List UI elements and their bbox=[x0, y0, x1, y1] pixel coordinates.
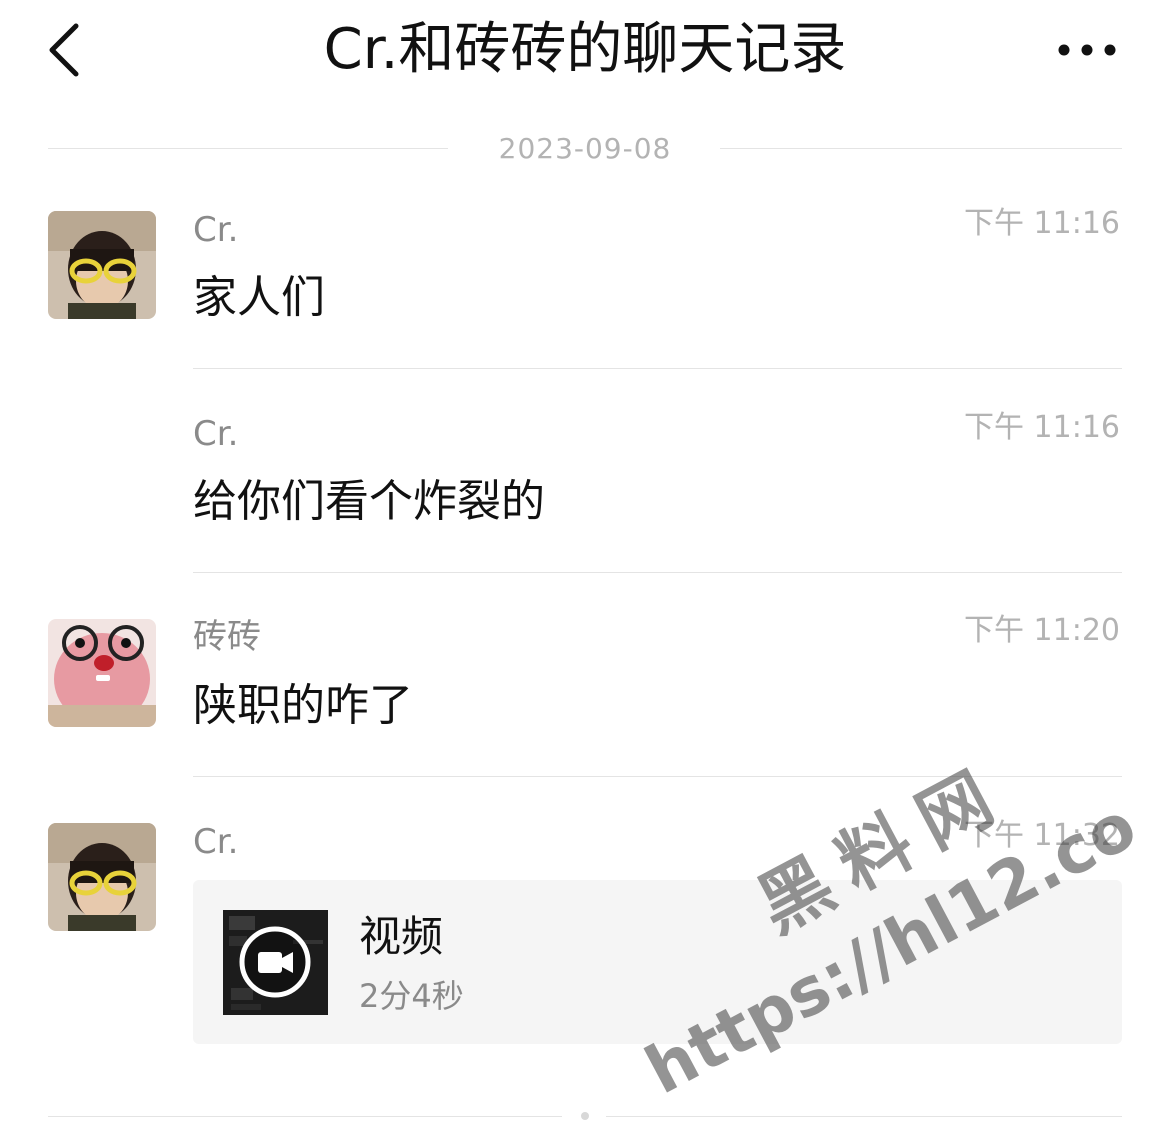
message-sender: Cr. bbox=[193, 822, 239, 862]
bottom-separator-line-right bbox=[606, 1116, 1122, 1117]
avatar-zhuanzhuan[interactable] bbox=[48, 619, 156, 727]
bottom-separator-dot bbox=[581, 1112, 589, 1120]
message-time: 下午 11:16 bbox=[964, 410, 1120, 445]
date-separator: 2023-09-08 bbox=[498, 132, 672, 165]
message-text: 陕职的咋了 bbox=[193, 680, 413, 731]
bottom-separator-line-left bbox=[48, 1116, 562, 1117]
date-separator-line-right bbox=[720, 148, 1122, 149]
message-divider bbox=[193, 776, 1122, 777]
avatar-cr[interactable] bbox=[48, 823, 156, 931]
message-sender: 砖砖 bbox=[193, 617, 261, 657]
chevron-left-icon bbox=[49, 23, 79, 77]
message-sender: Cr. bbox=[193, 414, 239, 454]
message-sender: Cr. bbox=[193, 210, 239, 250]
message-divider bbox=[193, 572, 1122, 573]
video-duration: 2分4秒 bbox=[359, 977, 464, 1015]
message-text: 家人们 bbox=[193, 272, 325, 323]
page-title: Cr.和砖砖的聊天记录 bbox=[323, 17, 847, 82]
message-time: 下午 11:20 bbox=[964, 613, 1120, 648]
back-button[interactable] bbox=[40, 18, 100, 82]
avatar-cr[interactable] bbox=[48, 211, 156, 319]
date-separator-line-left bbox=[48, 148, 448, 149]
video-thumbnail[interactable] bbox=[223, 910, 328, 1015]
message-text: 给你们看个炸裂的 bbox=[193, 476, 545, 527]
message-time: 下午 11:16 bbox=[964, 206, 1120, 241]
more-button[interactable] bbox=[1052, 30, 1122, 70]
message-divider bbox=[193, 368, 1122, 369]
more-horizontal-icon bbox=[1058, 44, 1116, 56]
message-time: 下午 11:32 bbox=[964, 818, 1120, 853]
video-camera-icon bbox=[258, 952, 293, 973]
video-message-card[interactable]: 视频 2分4秒 bbox=[193, 880, 1122, 1044]
video-title: 视频 bbox=[359, 912, 444, 961]
